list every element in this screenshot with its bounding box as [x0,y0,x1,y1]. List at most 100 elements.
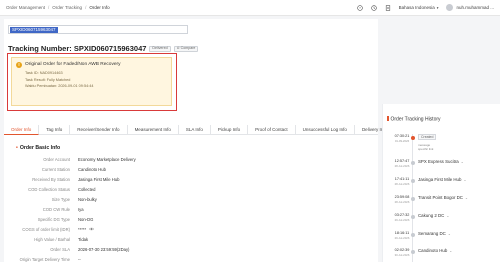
field-row: Order Account Economy Marketplace Deliver… [16,155,266,163]
field-row: Current Station Candinoto Hub [16,165,266,173]
event-location-label: Jasinga First Mile Hub [418,177,462,182]
field-row: High Value / Barhal Tidak [16,235,266,243]
timeline-dot [410,250,415,254]
field-label: Specific DG Type [37,216,70,222]
event-time-label: 03:27:32 [394,213,410,217]
language-label: Bahasa Indonesia [398,5,435,10]
field-value: Iya [78,206,84,212]
recovery-alert-highlight: ! Original Order for Faded/Non AWB Recov… [7,53,177,111]
eye-icon[interactable] [89,227,95,231]
event-time-label: 23:59:08 [394,195,410,199]
field-label: Origin Target Delivery Time [19,256,70,262]
user-name: nuh.muhammad ... [456,5,494,10]
tracking-search-input[interactable]: SPXID060715963047 [8,25,188,34]
language-selector[interactable]: Bahasa Indonesia ▾ [399,5,439,10]
event-time-label: 07:30:21 [394,134,410,138]
tab-measurement-info[interactable]: Measurement Info [128,125,179,135]
tab-sla-info[interactable]: SLA Info [179,125,211,135]
event-location-label: Candinoto Hub [418,248,448,253]
tab-proof-of-contact[interactable]: Proof of Contact [248,125,296,135]
field-label: Current Station [41,166,70,172]
event-location: Jasinga First Mile Hub ⌄ [418,177,466,182]
field-value: Jasinga First Mile Hub [78,176,120,182]
tab-receiver-sender-info[interactable]: Receiver/Sender Info [70,125,128,135]
clock-icon[interactable] [370,4,377,11]
timeline-dot [410,233,415,237]
event-time-label: 02:02:39 [394,248,410,252]
event-time-label: 12:57:47 [394,159,410,163]
tab-unsuccessful-log-info[interactable]: Unsuccessful Log Info [296,125,355,135]
avatar [446,4,454,11]
field-row: Origin Target Delivery Time -- [16,255,266,262]
order-info-panel: SPXID060715963047 Tracking Number: SPXID… [4,19,395,262]
svg-text:?: ? [359,6,361,10]
tab-tag-info[interactable]: Tag Info [39,125,71,135]
field-value-masked: ***** [78,226,95,232]
event-location: Cakung 2 DC ⌄ [418,213,449,218]
field-label: Order Account [43,156,70,162]
breadcrumb-order-management[interactable]: Order Management [6,5,45,10]
event-location-label: Transit Point Bogor DC [418,195,463,200]
tracking-number-row: Tracking Number: SPXID060715963047 Deliv… [8,44,199,53]
timeline-dot [410,197,415,201]
breadcrumb: Order Management / Order Tracking / Orde… [6,5,110,10]
breadcrumb-order-tracking[interactable]: Order Tracking [52,5,82,10]
history-title-label: Order Tracking History [390,116,441,123]
history-title: Order Tracking History [387,116,441,123]
compare-button[interactable]: ⊙ Compare [173,45,199,52]
field-row: Size Type Non-bulky [16,195,266,203]
event-time: 07:30:21 01-09-2026 [393,134,411,143]
status-badge: Delivered [149,45,171,52]
event-date: 30-Jul-2026 [394,253,410,257]
field-label: Size Type [51,196,70,202]
tab-order-info[interactable]: Order Info [4,125,40,135]
section-title-label: Order Basic Info [19,145,61,151]
event-date: 01-09-2026 [394,139,410,143]
header-actions: ? Bahasa Indonesia ▾ nuh.muhammad ... [356,4,494,11]
event-time: 12:57:47 28-Jul-2026 [393,159,411,168]
field-value: Candinoto Hub [78,166,106,172]
breadcrumb-separator: / [85,5,87,10]
event-date: 28-Jul-2026 [394,164,410,168]
chevron-down-icon[interactable]: ⌄ [449,249,452,253]
field-row: COD CW Rule Iya [16,205,266,213]
page-title: Tracking Number: SPXID060715963047 [8,44,147,53]
timeline-dot [410,215,415,219]
document-icon[interactable] [385,4,391,11]
field-row: COGS of order limit (IDR) ***** [16,225,266,233]
chevron-down-icon[interactable]: ⌄ [461,160,464,164]
chevron-down-icon[interactable]: ⌄ [446,214,449,218]
event-time: 03:27:32 29-Jul-2026 [393,213,411,222]
event-time: 23:59:08 28-Jul-2026 [393,195,411,204]
breadcrumb-order-info: Order Info [89,5,110,10]
event-location: Transit Point Bogor DC ⌄ [418,195,468,200]
field-label: Received By Station [32,176,70,182]
event-location-label: SPX Express Sucitra [418,159,459,164]
field-row: Order SLA 2026-07-30 23:59:59(2Day) [16,245,266,253]
field-label: COD CW Rule [42,206,70,212]
field-label: Order SLA [50,246,70,252]
chevron-down-icon[interactable]: ⌄ [448,232,451,236]
event-time-label: 17:41:11 [394,177,410,181]
user-menu[interactable]: nuh.muhammad ... [446,4,494,11]
help-icon[interactable]: ? [356,4,363,11]
field-label: High Value / Barhal [34,236,70,242]
chevron-down-icon[interactable]: ⌄ [465,196,468,200]
event-time: 02:02:39 30-Jul-2026 [393,248,411,257]
field-value: 2026-07-30 23:59:59(2Day) [78,246,130,252]
order-tracking-history: Order Tracking History 07:30:21 01-09-202… [382,104,500,262]
breadcrumb-separator: / [48,5,50,10]
event-date: 28-Jul-2026 [394,182,410,186]
field-value: Non-bulky [78,196,97,202]
event-location: SPX Express Sucitra ⌄ [418,159,464,164]
bullet-icon: • [16,145,18,151]
event-badge: Created [418,134,437,140]
chevron-down-icon[interactable]: ⌄ [463,178,466,182]
masked-value: ***** [78,226,87,232]
event-time: 18:16:11 29-Jul-2026 [393,231,411,240]
timeline-dot [410,161,415,165]
tab-pickup-info[interactable]: Pickup Info [211,125,249,135]
field-value: -- [78,256,81,262]
timeline-dot [410,136,415,140]
event-location: Candinoto Hub ⌄ [418,248,452,253]
